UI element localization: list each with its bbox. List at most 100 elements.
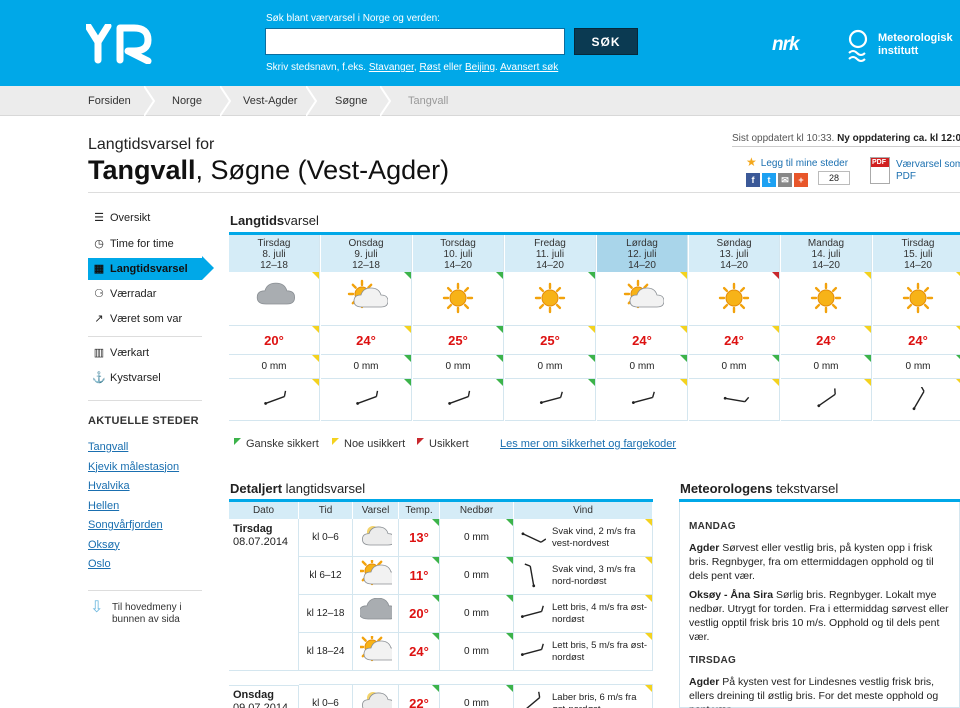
forecast-day-header[interactable]: Søndag 13. juli 14–20 (689, 235, 780, 272)
wind-arrow-icon (352, 387, 382, 418)
weather-icon-cell (321, 272, 412, 326)
temperature-value: 24° (632, 333, 652, 348)
pdf-link[interactable]: Værvarsel som PDF (896, 159, 960, 183)
sidebar-item-clock[interactable]: ◷ Time for time (88, 233, 202, 255)
wind-cell (781, 379, 872, 421)
forecast-day-header[interactable]: Onsdag 9. juli 12–18 (321, 235, 412, 272)
example-link-stavanger[interactable]: Stavanger (369, 62, 414, 73)
add-favourite-link[interactable]: ★ Legg til mine steder (746, 155, 848, 169)
forecast-day: Søndag (716, 238, 752, 249)
yr-logo[interactable] (86, 24, 156, 64)
precipitation: 0 mm (781, 355, 872, 379)
example-link-beijing[interactable]: Beijing (465, 62, 495, 73)
main-menu-link[interactable]: ⇩ Til hovedmeny i bunnen av sida (90, 600, 202, 626)
place-link[interactable]: Hvalvika (88, 480, 130, 492)
sidebar-item-chart[interactable]: ↗ Været som var (88, 308, 202, 330)
precipitation-value: 0 mm (537, 361, 563, 372)
met-institute-logo[interactable]: Meteorologisk institutt (848, 28, 960, 64)
place-link[interactable]: Songvårfjorden (88, 519, 163, 531)
sidebar-item-map[interactable]: ▥ Værkart (88, 342, 202, 364)
forecast-day-header[interactable]: Torsdag 10. juli 14–20 (413, 235, 504, 272)
certainty-triangle-icon (404, 379, 411, 386)
table-cell: 0 mm (440, 595, 514, 633)
place-link[interactable]: Hellen (88, 500, 119, 512)
facebook-icon[interactable]: f (746, 173, 760, 187)
column-header: Vind (514, 502, 653, 519)
temperature: 20° (229, 326, 320, 355)
sidebar-item-list[interactable]: ☰ Oversikt (88, 207, 202, 229)
met-text-title-rest: tekstvarsel (772, 481, 839, 496)
column-header: Varsel (353, 502, 399, 519)
sidebar-item-anchor[interactable]: ⚓ Kystvarsel (88, 367, 202, 389)
breadcrumb-vest-agder[interactable]: Vest-Agder (243, 95, 297, 107)
forecast-day-header[interactable]: Lørdag 12. juli 14–20 (597, 235, 688, 272)
forecast-day: Tirsdag (901, 238, 935, 249)
wind-arrow-icon (628, 387, 658, 418)
search-button[interactable]: SØK (574, 28, 638, 55)
sun-icon (436, 278, 480, 323)
sun-icon (528, 278, 572, 323)
precipitation: 0 mm (413, 355, 504, 379)
sidebar-item-label: Værradar (110, 288, 157, 300)
forecast-day-header[interactable]: Tirsdag 8. juli 12–18 (229, 235, 320, 272)
email-icon[interactable]: ✉ (778, 173, 792, 187)
forecast-date: 11. juli (535, 249, 565, 260)
detailed-title: Detaljert langtidsvarsel (230, 481, 365, 496)
met-text: På kysten vest for Lindesnes vestlig fri… (689, 676, 939, 708)
place-name: Tangvall (88, 155, 196, 185)
forecast-day-header[interactable]: Tirsdag 15. juli 14–20 (873, 235, 960, 272)
share-plus-icon[interactable]: + (794, 173, 808, 187)
breadcrumb-separator (220, 86, 232, 116)
page-title: Tangvall, Søgne (Vest-Agder) (88, 155, 449, 186)
table-cell: 13° (399, 519, 440, 557)
legend-uncertain: Usikkert (417, 438, 469, 450)
table-cell: kl 6–12 (299, 557, 353, 595)
pdf-link-line2: PDF (896, 171, 916, 182)
anchor-icon: ⚓ (92, 372, 106, 384)
share-buttons: f t ✉ + (746, 170, 810, 187)
place-link[interactable]: Oksøy (88, 539, 120, 551)
temperature-value: 13° (409, 530, 429, 545)
table-cell: kl 12–18 (299, 595, 353, 633)
forecast-time: 14–20 (444, 260, 472, 271)
table-cell: 0 mm (440, 685, 514, 708)
nrk-logo[interactable]: nrk (772, 34, 800, 56)
forecast-day-header[interactable]: Fredag 11. juli 14–20 (505, 235, 596, 272)
sidebar-item-calendar[interactable]: ▦ Langtidsvarsel (88, 258, 202, 280)
certainty-triangle-icon (956, 379, 960, 386)
table-cell: Lett bris, 4 m/s fra øst-nordøst (514, 595, 653, 633)
twitter-icon[interactable]: t (762, 173, 776, 187)
wind-arrow-icon (812, 387, 842, 418)
precipitation: 0 mm (597, 355, 688, 379)
forecast-day-header[interactable]: Mandag 14. juli 14–20 (781, 235, 872, 272)
certainty-info-link[interactable]: Les mer om sikkerhet og fargekoder (500, 438, 676, 450)
breadcrumb-sogne[interactable]: Søgne (335, 95, 367, 107)
wind-cell (505, 379, 596, 421)
radar-icon: ⚆ (94, 288, 104, 300)
place-link[interactable]: Kjevik målestasjon (88, 461, 179, 473)
advanced-search-link[interactable]: Avansert søk (500, 62, 558, 73)
sun-icon (804, 278, 848, 323)
pdf-link-line1: Værvarsel som (896, 159, 960, 170)
certainty-triangle-icon (432, 519, 439, 526)
place-link[interactable]: Oslo (88, 558, 111, 570)
breadcrumb-norge[interactable]: Norge (172, 95, 202, 107)
table-cell: Laber bris, 6 m/s fra øst-nordøst (514, 685, 653, 708)
pdf-icon[interactable]: PDF (870, 157, 890, 184)
place-link[interactable]: Tangvall (88, 441, 128, 453)
example-link-rost[interactable]: Røst (419, 62, 440, 73)
certainty-triangle-icon (588, 379, 595, 386)
breadcrumb-forsiden[interactable]: Forsiden (88, 95, 131, 107)
forecast-day: Torsdag (440, 238, 476, 249)
temperature: 24° (873, 326, 960, 355)
sidebar-item-label: Time for time (110, 238, 174, 250)
search-input[interactable] (265, 28, 565, 55)
temperature: 24° (321, 326, 412, 355)
wind-cell (597, 379, 688, 421)
wind-arrow-icon (444, 387, 474, 418)
legend-some-uncertain: Noe usikkert (332, 438, 405, 450)
certainty-triangle-icon (432, 633, 439, 640)
sidebar-item-radar[interactable]: ⚆ Værradar (88, 283, 202, 305)
precipitation: 0 mm (505, 355, 596, 379)
search-label: Søk blant værvarsel i Norge og verden: (266, 13, 440, 24)
